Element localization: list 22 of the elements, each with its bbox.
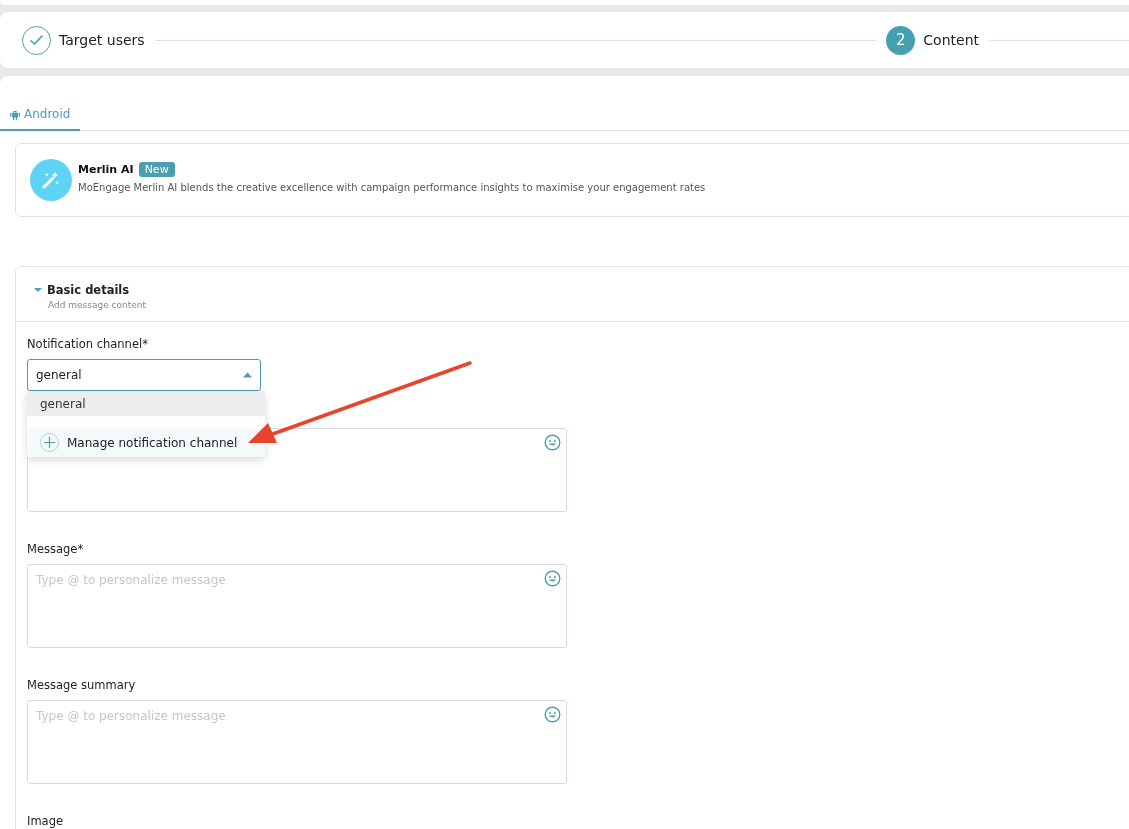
step-number: 2 (886, 25, 916, 55)
merlin-title: Merlin AI (78, 162, 134, 176)
caret-icon[interactable] (34, 287, 42, 293)
android-icon (10, 108, 20, 120)
dropdown-option[interactable]: general (27, 391, 265, 416)
new-badge: New (138, 161, 175, 177)
step-label[interactable]: Target users (59, 32, 145, 48)
section-title[interactable]: Basic details (47, 283, 130, 297)
emoji-icon[interactable] (544, 706, 561, 723)
field-label: Message* (27, 542, 85, 556)
emoji-icon[interactable] (544, 434, 561, 451)
caret-icon (243, 372, 252, 378)
emoji-icon[interactable] (544, 570, 561, 587)
merlin-description: MoEngage Merlin AI blends the creative excellence with campaign performance insights to maximise your engagement rates (78, 181, 706, 193)
field-label: Image (27, 814, 65, 828)
field-label: Notification channel* (27, 337, 149, 351)
channel-select[interactable]: general (27, 359, 261, 391)
manage-channel-option[interactable]: Manage notification channel (27, 428, 265, 457)
magic-wand-icon (30, 159, 72, 201)
field-label: Message summary (27, 678, 137, 692)
step-label[interactable]: Content (923, 32, 979, 48)
section-subtitle: Add message content (47, 300, 148, 310)
